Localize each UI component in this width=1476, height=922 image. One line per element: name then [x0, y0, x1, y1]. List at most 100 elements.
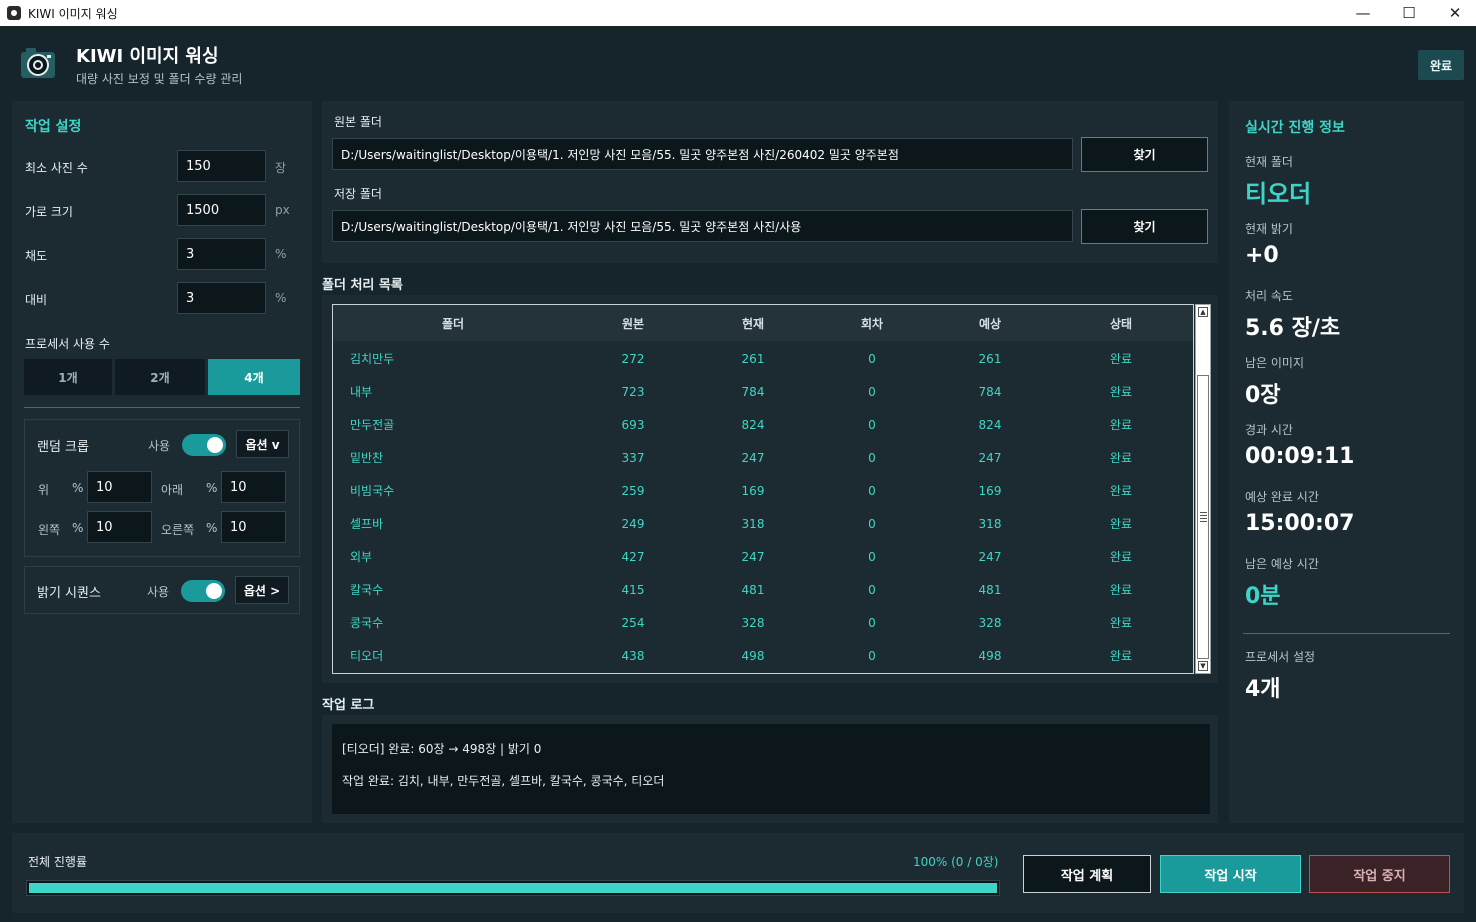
crop-top-input[interactable]: 10	[87, 471, 152, 503]
table-row[interactable]: 티오더 438 498 0 498 완료	[333, 639, 1193, 672]
output-folder-input[interactable]: D:/Users/waitinglist/Desktop/이용택/1. 저인망 …	[332, 210, 1073, 242]
processor-setting-label: 프로세서 설정	[1245, 650, 1316, 664]
output-browse-button[interactable]: 찾기	[1081, 209, 1208, 244]
close-button[interactable]: ✕	[1432, 0, 1476, 26]
start-button[interactable]: 작업 시작	[1160, 855, 1301, 893]
original-cell: 438	[621, 648, 645, 663]
plan-button[interactable]: 작업 계획	[1023, 855, 1151, 893]
round-cell: 0	[868, 483, 876, 498]
col-round[interactable]: 회차	[813, 315, 931, 332]
table-scrollbar[interactable]: ▲ ▼	[1195, 304, 1211, 674]
col-current[interactable]: 현재	[693, 315, 813, 332]
table-row[interactable]: 비빔국수 259 169 0 169 완료	[333, 474, 1193, 507]
random-crop-use-label: 사용	[148, 439, 171, 453]
log-area[interactable]: [티오더] 완료: 60장 → 498장 | 밝기 0 작업 완료: 김치, 내…	[332, 724, 1210, 814]
camera-app-icon	[7, 6, 21, 20]
table-row[interactable]: 칼국수 415 481 0 481 완료	[333, 573, 1193, 606]
source-folder-input[interactable]: D:/Users/waitinglist/Desktop/이용택/1. 저인망 …	[332, 138, 1073, 170]
status-badge: 완료	[1418, 50, 1464, 80]
processor-option-2[interactable]: 2개	[115, 359, 205, 395]
contrast-unit: %	[275, 291, 287, 305]
folder-cell: 콩국수	[350, 616, 384, 630]
scroll-down-icon[interactable]: ▼	[1198, 661, 1208, 671]
elapsed-value: 00:09:11	[1245, 444, 1355, 469]
folder-cell: 김치만두	[350, 352, 395, 366]
width-input[interactable]: 1500	[177, 194, 266, 226]
original-cell: 249	[621, 516, 645, 531]
table-row[interactable]: 김치만두 272 261 0 261 완료	[333, 342, 1193, 375]
app-subtitle: 대량 사진 보정 및 폴더 수량 관리	[76, 72, 243, 86]
original-cell: 693	[621, 417, 645, 432]
status-cell: 완료	[1109, 616, 1133, 630]
source-browse-button[interactable]: 찾기	[1081, 137, 1208, 172]
col-status[interactable]: 상태	[1049, 315, 1193, 332]
round-cell: 0	[868, 351, 876, 366]
brightness-label: 현재 밝기	[1245, 222, 1293, 236]
scroll-thumb[interactable]	[1197, 375, 1209, 659]
round-cell: 0	[868, 450, 876, 465]
window-titlebar: KIWI 이미지 워싱 — ☐ ✕	[0, 0, 1476, 26]
brightness-sequence-toggle[interactable]	[181, 580, 225, 602]
eta-value: 15:00:07	[1245, 511, 1355, 536]
round-cell: 0	[868, 549, 876, 564]
folder-cell: 만두전골	[350, 418, 395, 432]
original-cell: 272	[621, 351, 645, 366]
table-row[interactable]: 만두전골 693 824 0 824 완료	[333, 408, 1193, 441]
saturation-input[interactable]: 3	[177, 238, 266, 270]
current-cell: 261	[741, 351, 765, 366]
log-title: 작업 로그	[322, 698, 375, 713]
stop-button[interactable]: 작업 중지	[1309, 855, 1450, 893]
current-cell: 318	[741, 516, 765, 531]
progress-text: 100% (0 / 0장)	[913, 855, 999, 869]
elapsed-label: 경과 시간	[1245, 423, 1293, 437]
random-crop-toggle[interactable]	[182, 434, 226, 456]
expected-cell: 318	[978, 516, 1002, 531]
status-cell: 완료	[1109, 550, 1133, 564]
brightness-sequence-options-button[interactable]: 옵션 >	[235, 576, 289, 604]
current-folder-label: 현재 폴더	[1245, 155, 1293, 169]
table-row[interactable]: 외부 427 247 0 247 완료	[333, 540, 1193, 573]
expected-cell: 481	[978, 582, 1002, 597]
table-row[interactable]: 밑반찬 337 247 0 247 완료	[333, 441, 1193, 474]
min-photos-unit: 장	[275, 161, 287, 175]
crop-bottom-input[interactable]: 10	[221, 471, 286, 503]
remaining-images-value: 0장	[1245, 383, 1281, 408]
crop-left-unit: %	[72, 521, 84, 535]
folder-cell: 외부	[350, 550, 373, 564]
col-expected[interactable]: 예상	[931, 315, 1049, 332]
folder-cell: 티오더	[350, 649, 384, 663]
contrast-input[interactable]: 3	[177, 282, 266, 314]
output-folder-label: 저장 폴더	[334, 187, 382, 201]
table-row[interactable]: 내부 723 784 0 784 완료	[333, 375, 1193, 408]
log-line: 작업 완료: 김치, 내부, 만두전골, 셀프바, 칼국수, 콩국수, 티오더	[342, 774, 665, 788]
table-row[interactable]: 콩국수 254 328 0 328 완료	[333, 606, 1193, 639]
progress-bar	[26, 880, 1000, 896]
random-crop-options-button[interactable]: 옵션 v	[236, 430, 289, 458]
folder-cell: 밑반찬	[350, 451, 384, 465]
col-folder[interactable]: 폴더	[333, 315, 573, 332]
min-photos-input[interactable]: 150	[177, 150, 266, 182]
min-photos-label: 최소 사진 수	[25, 161, 88, 175]
folder-table: 폴더 원본 현재 회차 예상 상태 김치만두 272 261 0 261 완료 내부 723 7…	[332, 304, 1194, 674]
round-cell: 0	[868, 648, 876, 663]
crop-left-label: 왼쪽	[38, 523, 61, 537]
brightness-sequence-box: 밝기 시퀀스 사용 옵션 >	[24, 566, 300, 614]
info-divider	[1243, 633, 1450, 634]
current-cell: 498	[741, 648, 765, 663]
maximize-button[interactable]: ☐	[1386, 0, 1432, 26]
speed-value: 5.6 장/초	[1245, 316, 1341, 341]
crop-right-input[interactable]: 10	[221, 511, 286, 543]
app-title: KIWI 이미지 워싱	[76, 46, 219, 67]
random-crop-label: 랜덤 크롭	[37, 440, 89, 455]
status-cell: 완료	[1109, 517, 1133, 531]
round-cell: 0	[868, 417, 876, 432]
table-row[interactable]: 셀프바 249 318 0 318 완료	[333, 507, 1193, 540]
scroll-up-icon[interactable]: ▲	[1198, 307, 1208, 317]
window-title: KIWI 이미지 워싱	[28, 6, 118, 21]
processor-option-4[interactable]: 4개	[208, 359, 300, 395]
minimize-button[interactable]: —	[1340, 0, 1386, 26]
crop-left-input[interactable]: 10	[87, 511, 152, 543]
processor-option-1[interactable]: 1개	[24, 359, 112, 395]
col-original[interactable]: 원본	[573, 315, 693, 332]
crop-bottom-label: 아래	[161, 483, 184, 497]
